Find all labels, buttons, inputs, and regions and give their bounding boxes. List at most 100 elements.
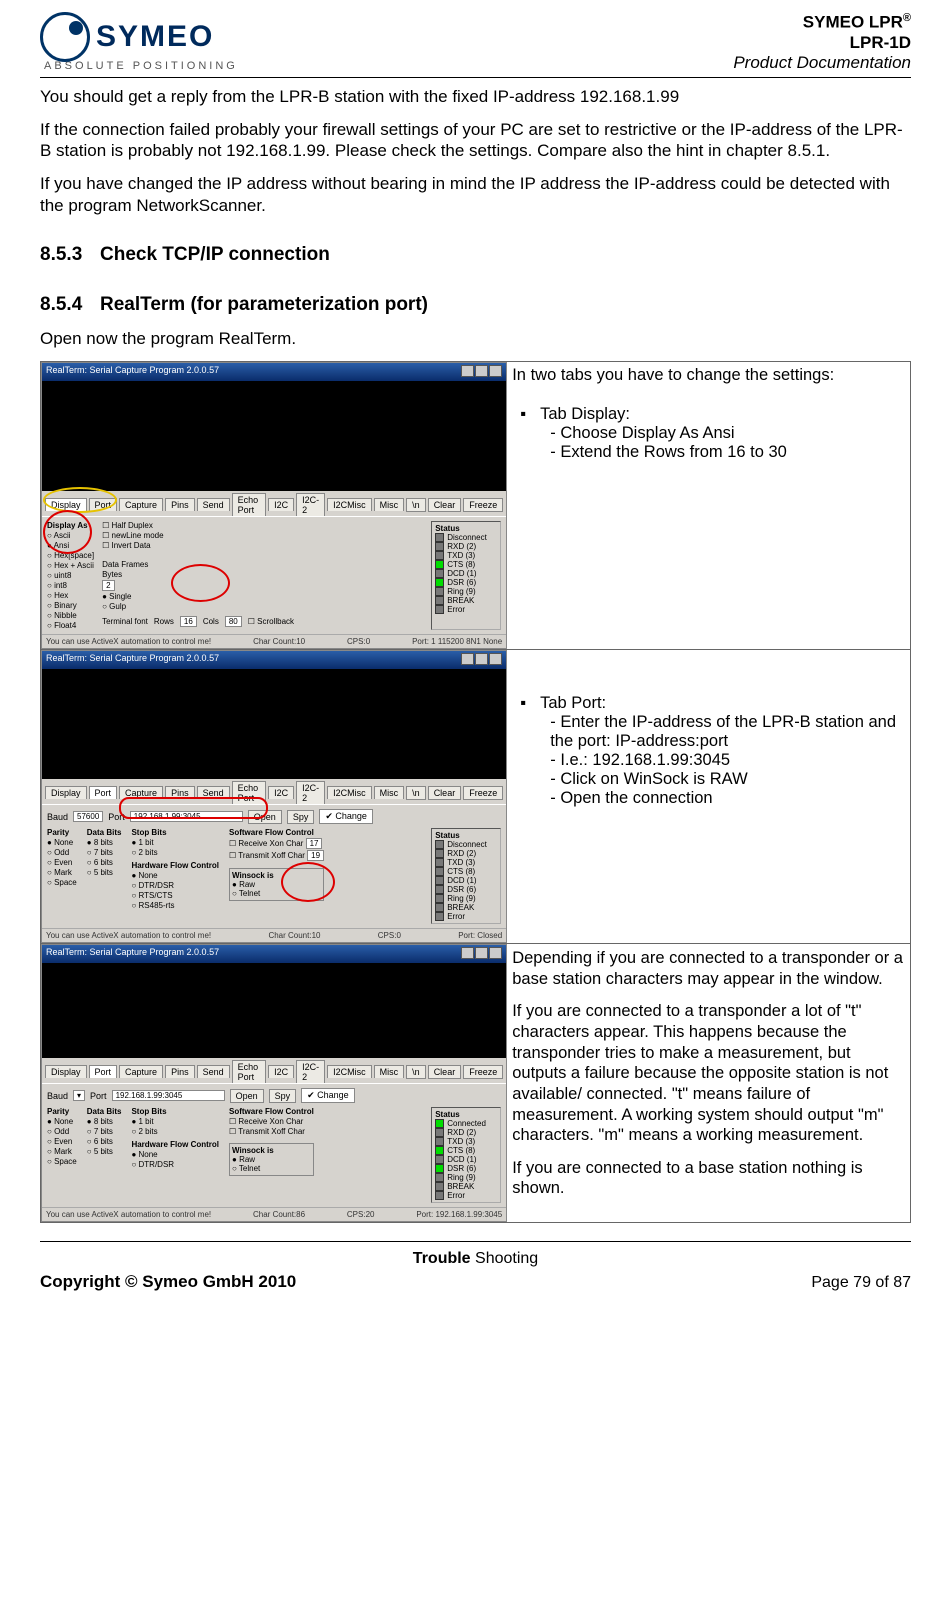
status-panel: Status Disconnect RXD (2) TXD (3) CTS (8… — [431, 521, 501, 630]
sb-1[interactable]: 1 bit — [131, 838, 219, 847]
tab-i2c2[interactable]: I2C-2 — [296, 493, 325, 516]
led-txd: TXD (3) — [447, 551, 475, 560]
par-space[interactable]: Space — [47, 878, 77, 887]
field-bytes[interactable]: 2 — [102, 580, 114, 591]
tab-i2c[interactable]: I2C — [268, 498, 294, 511]
tab-i2c2[interactable]: I2C-2 — [296, 1060, 325, 1083]
tab-capture[interactable]: Capture — [119, 498, 163, 511]
tab-send[interactable]: Send — [197, 1065, 230, 1078]
par-none[interactable]: None — [47, 838, 77, 847]
tab-i2cmisc[interactable]: I2CMisc — [327, 498, 372, 511]
field-cols[interactable]: 80 — [225, 616, 242, 627]
btn-freeze[interactable]: Freeze — [463, 1065, 503, 1079]
highlight-rows — [171, 564, 230, 602]
ws-raw[interactable]: Raw — [232, 880, 255, 889]
tab-i2c[interactable]: I2C — [268, 1065, 294, 1078]
db-6[interactable]: 6 bits — [87, 858, 122, 867]
sb-2[interactable]: 2 bits — [131, 848, 219, 857]
tab-echoport[interactable]: Echo Port — [232, 1060, 267, 1083]
db-8[interactable]: 8 bits — [87, 838, 122, 847]
btn-clear[interactable]: Clear — [428, 1065, 462, 1079]
tab-display[interactable]: Display — [45, 1065, 87, 1078]
row2-sub2: I.e.: 192.168.1.99:3045 — [550, 751, 904, 770]
tab-capture[interactable]: Capture — [119, 1065, 163, 1078]
tab-i2cmisc[interactable]: I2CMisc — [327, 1065, 372, 1078]
highlight-winsock — [281, 862, 335, 902]
par-even[interactable]: Even — [47, 858, 77, 867]
chk-trans[interactable]: Transmit Xoff Char 19 — [229, 850, 324, 861]
btn-spy[interactable]: Spy — [269, 1089, 297, 1103]
btn-freeze[interactable]: Freeze — [463, 498, 503, 512]
footer-page: Page 79 of 87 — [811, 1274, 911, 1292]
tab-send[interactable]: Send — [197, 498, 230, 511]
hdr-reg: ® — [903, 12, 911, 24]
opt-int8[interactable]: int8 — [47, 581, 94, 590]
opt-gulp[interactable]: Gulp — [102, 602, 294, 611]
intro-p3: If you have changed the IP address witho… — [40, 173, 911, 216]
footer-center: Shooting — [471, 1250, 539, 1267]
window-buttons[interactable] — [460, 653, 502, 667]
db-7[interactable]: 7 bits — [87, 848, 122, 857]
opt-hex[interactable]: Hex — [47, 591, 94, 600]
btn-change[interactable]: ✔ Change — [319, 809, 373, 824]
chk-halfduplex[interactable]: Half Duplex — [102, 521, 294, 530]
hf-rs485[interactable]: RS485-rts — [131, 901, 219, 910]
btn-freeze[interactable]: Freeze — [463, 786, 503, 800]
field-rows[interactable]: 16 — [180, 616, 197, 627]
tab-i2c[interactable]: I2C — [268, 786, 294, 799]
tab-echoport[interactable]: Echo Port — [232, 493, 267, 516]
row2-sub4: Open the connection — [550, 789, 904, 808]
btn-newline[interactable]: \n — [406, 786, 426, 800]
hdr-product: SYMEO LPR — [803, 13, 903, 32]
btn-newline[interactable]: \n — [406, 498, 426, 512]
tab-port[interactable]: Port — [89, 786, 118, 799]
row3-p3: If you are connected to a base station n… — [512, 1158, 904, 1199]
par-mark[interactable]: Mark — [47, 868, 77, 877]
opt-hexascii[interactable]: Hex + Ascii — [47, 561, 94, 570]
tab-misc[interactable]: Misc — [374, 1065, 405, 1078]
tab-pins[interactable]: Pins — [165, 498, 195, 511]
field-port[interactable]: 192.168.1.99:3045 — [112, 1090, 225, 1101]
hf-none[interactable]: None — [131, 871, 219, 880]
tab-misc[interactable]: Misc — [374, 786, 405, 799]
opt-uint8[interactable]: uint8 — [47, 571, 94, 580]
tab-pins[interactable]: Pins — [165, 1065, 195, 1078]
tab-display[interactable]: Display — [45, 786, 87, 799]
hf-dtr[interactable]: DTR/DSR — [131, 881, 219, 890]
header-rule — [40, 77, 911, 78]
chk-invert[interactable]: Invert Data — [102, 541, 294, 550]
row2-bullet: Tab Port: — [540, 694, 606, 712]
chk-recv[interactable]: Receive Xon Char 17 — [229, 838, 324, 849]
db-5[interactable]: 5 bits — [87, 868, 122, 877]
lbl-parity: Parity — [47, 828, 77, 837]
par-odd[interactable]: Odd — [47, 848, 77, 857]
window-title: RealTerm: Serial Capture Program 2.0.0.5… — [46, 365, 219, 379]
tab-misc[interactable]: Misc — [374, 498, 405, 511]
chk-scrollback[interactable]: Scrollback — [248, 617, 294, 626]
btn-newline[interactable]: \n — [406, 1065, 426, 1079]
led-break: BREAK — [447, 596, 474, 605]
window-buttons[interactable] — [460, 365, 502, 379]
opt-nibble[interactable]: Nibble — [47, 611, 94, 620]
tab-i2cmisc[interactable]: I2CMisc — [327, 786, 372, 799]
btn-change[interactable]: ✔ Change — [301, 1088, 355, 1103]
intro-p2: If the connection failed probably your f… — [40, 119, 911, 162]
chk-newline[interactable]: newLine mode — [102, 531, 294, 540]
btn-clear[interactable]: Clear — [428, 786, 462, 800]
field-baud[interactable]: 57600 — [73, 811, 103, 822]
footer-copyright: Copyright © Symeo GmbH 2010 — [40, 1272, 296, 1292]
tab-port[interactable]: Port — [89, 1065, 118, 1078]
btn-open[interactable]: Open — [230, 1089, 264, 1103]
window-buttons[interactable] — [460, 947, 502, 961]
header-right: SYMEO LPR® LPR-1D Product Documentation — [733, 12, 911, 73]
lbl-cols: Cols — [203, 617, 219, 626]
opt-binary[interactable]: Binary — [47, 601, 94, 610]
btn-spy[interactable]: Spy — [287, 810, 315, 824]
status-label: Status — [435, 524, 497, 533]
ws-telnet[interactable]: Telnet — [232, 889, 260, 898]
opt-float4[interactable]: Float4 — [47, 621, 94, 630]
hf-rts[interactable]: RTS/CTS — [131, 891, 219, 900]
btn-clear[interactable]: Clear — [428, 498, 462, 512]
tab-i2c2[interactable]: I2C-2 — [296, 781, 325, 804]
logo-icon — [40, 12, 90, 62]
